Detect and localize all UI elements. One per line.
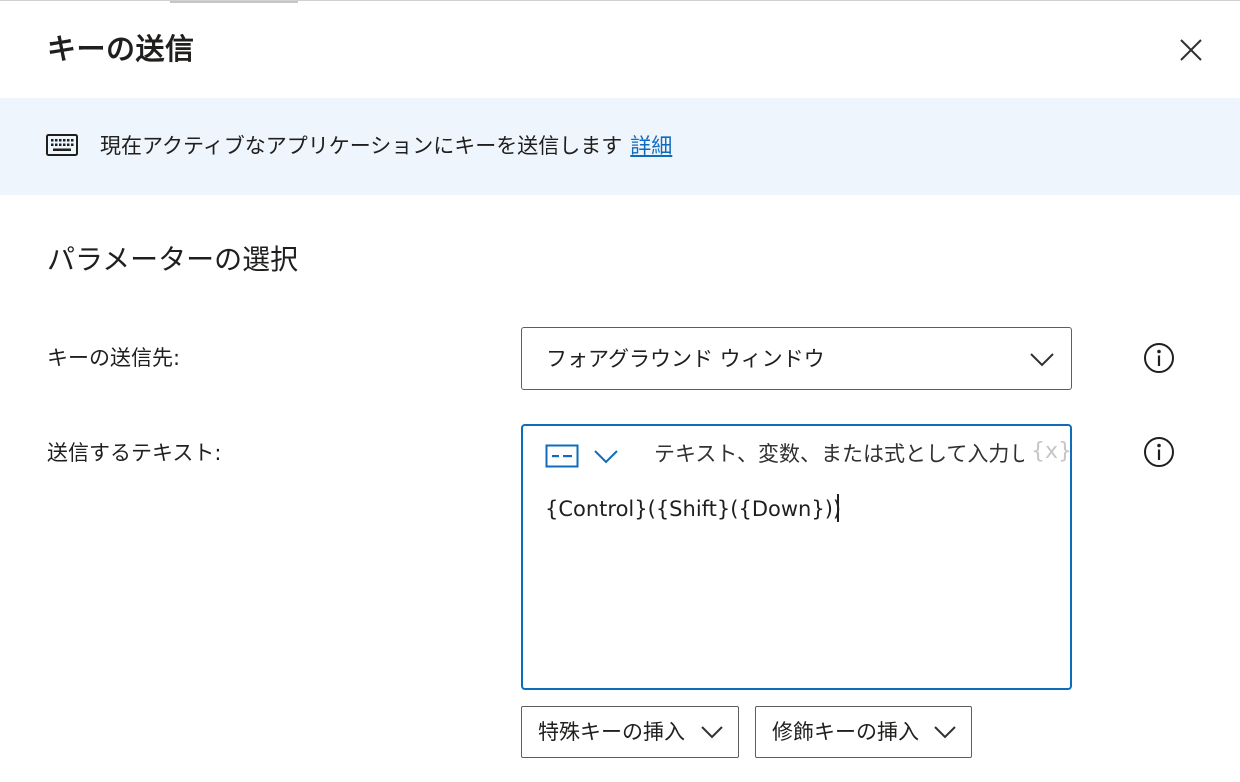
text-input-value: {Control}({Shift}({Down})) bbox=[545, 494, 842, 524]
insert-special-key-button[interactable]: 特殊キーの挿入 bbox=[521, 706, 739, 758]
chevron-down-icon bbox=[701, 726, 723, 739]
info-icon[interactable] bbox=[1143, 342, 1175, 374]
details-link[interactable]: 詳細 bbox=[630, 134, 672, 158]
chevron-down-icon bbox=[934, 726, 956, 739]
send-to-value: フォアグラウンド ウィンドウ bbox=[546, 347, 825, 371]
text-input-placeholder: テキスト、変数、または式として入力します bbox=[654, 442, 1024, 466]
text-to-send-label: 送信するテキスト: bbox=[47, 441, 222, 465]
chevron-down-icon bbox=[1030, 353, 1054, 367]
dialog-title: キーの送信 bbox=[47, 32, 195, 66]
close-icon bbox=[1180, 39, 1202, 61]
info-icon[interactable] bbox=[1143, 436, 1175, 468]
section-title: パラメーターの選択 bbox=[47, 243, 299, 276]
text-value: {Control}({Shift}({Down})) bbox=[545, 497, 842, 521]
scrollbar-thumb[interactable] bbox=[170, 1, 298, 3]
insert-special-key-label: 特殊キーの挿入 bbox=[538, 720, 685, 744]
send-keys-dialog: キーの送信 現在アクティブなアプリケーションにキーを送信します 詳細 パラメーター… bbox=[0, 0, 1240, 782]
insert-modifier-key-label: 修飾キーの挿入 bbox=[772, 720, 919, 744]
text-to-send-input[interactable]: テキスト、変数、または式として入力します {x} {Control}({Shif… bbox=[521, 424, 1072, 690]
banner-description: 現在アクティブなアプリケーションにキーを送信します bbox=[100, 134, 623, 158]
keyboard-icon bbox=[46, 134, 78, 156]
send-to-label: キーの送信先: bbox=[47, 346, 181, 370]
info-banner: 現在アクティブなアプリケーションにキーを送信します 詳細 bbox=[0, 98, 1240, 195]
insert-modifier-key-button[interactable]: 修飾キーの挿入 bbox=[755, 706, 972, 758]
close-button[interactable] bbox=[1170, 29, 1212, 71]
banner-text: 現在アクティブなアプリケーションにキーを送信します 詳細 bbox=[100, 131, 672, 161]
chevron-down-icon[interactable] bbox=[593, 445, 619, 467]
insert-variable-button[interactable]: {x} bbox=[1031, 437, 1072, 467]
send-to-dropdown[interactable]: フォアグラウンド ウィンドウ bbox=[521, 327, 1072, 390]
text-caret bbox=[837, 494, 840, 522]
text-mode-icon[interactable] bbox=[545, 444, 579, 468]
